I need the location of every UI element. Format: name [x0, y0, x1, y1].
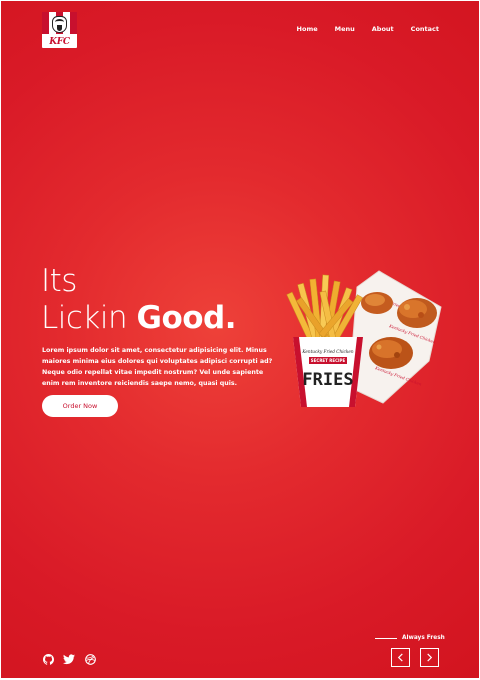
logo-text: KFC [49, 37, 70, 47]
order-now-button[interactable]: Order Now [42, 395, 118, 417]
box-name: FRIES [302, 370, 353, 390]
fries-box: Kentucky Fried Chicken SECRET RECIPE FRI… [293, 337, 363, 407]
nav-item-contact[interactable]: Contact [411, 25, 439, 33]
hero-title-bold: Good. [136, 300, 237, 336]
tagline-divider [375, 638, 397, 639]
page: KFC Home Menu About Contact Its Lickin G… [1, 1, 479, 678]
prev-button[interactable] [391, 648, 410, 667]
hero-description: Lorem ipsum dolor sit amet, consectetur … [42, 347, 273, 388]
fries-chicken-image: Kentucky Fried Chicken Kentucky Fried Ch… [286, 270, 442, 407]
chevron-left-icon [397, 653, 403, 662]
colonel-face-icon [52, 16, 67, 33]
nav-item-home[interactable]: Home [297, 25, 318, 33]
box-badge: SECRET RECIPE [311, 358, 346, 363]
tagline: Always Fresh [402, 635, 445, 641]
hero-title: Its Lickin Good. [41, 263, 237, 337]
hero-title-line1: Its [41, 263, 77, 299]
box-brand: Kentucky Fried Chicken [301, 349, 353, 354]
chevron-right-icon [427, 653, 433, 662]
main-nav: Home Menu About Contact [280, 25, 439, 33]
social-links [42, 653, 96, 665]
next-button[interactable] [420, 648, 439, 667]
hero-title-light: Lickin [41, 300, 128, 336]
twitter-icon[interactable] [63, 653, 75, 665]
fries [286, 274, 363, 342]
nav-item-menu[interactable]: Menu [335, 25, 355, 33]
nav-item-about[interactable]: About [372, 25, 394, 33]
github-icon[interactable] [42, 653, 54, 665]
dribbble-icon[interactable] [84, 653, 96, 665]
kfc-logo[interactable]: KFC [42, 12, 77, 48]
